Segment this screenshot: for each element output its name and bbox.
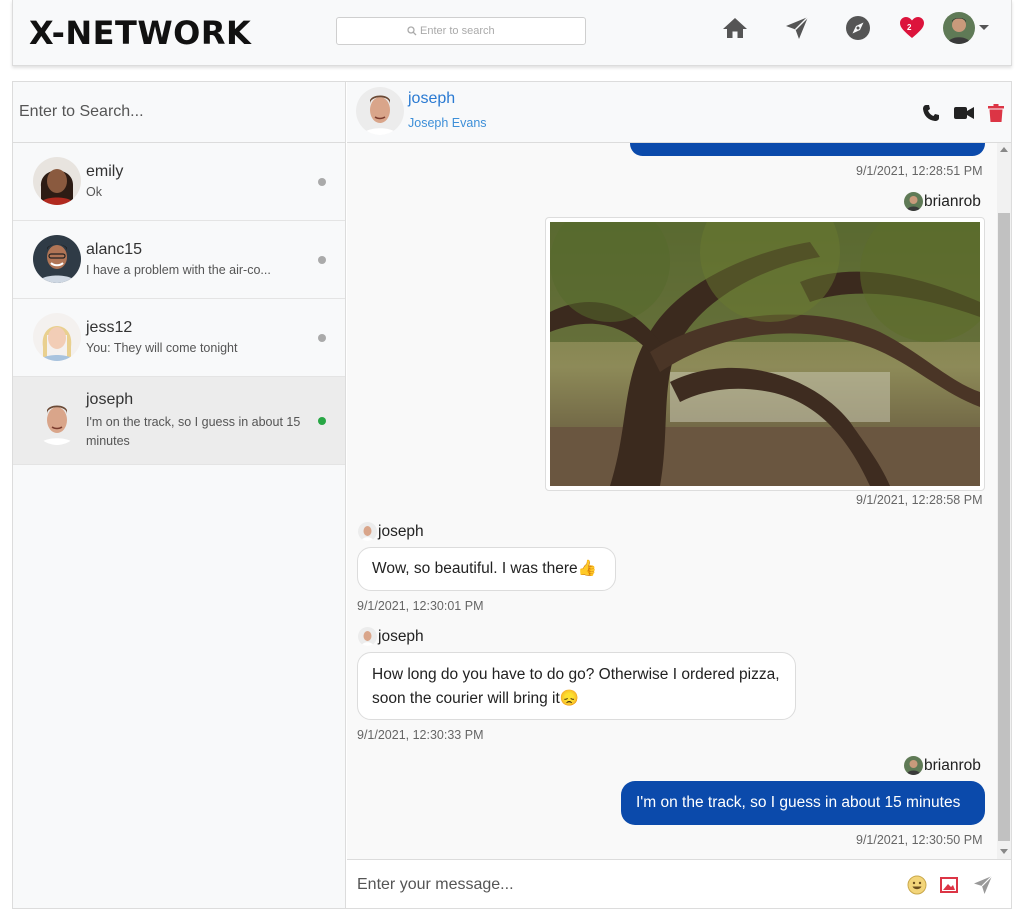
conversation-item[interactable]: emily Ok: [13, 143, 345, 221]
conversation-last-message: Ok: [86, 185, 102, 199]
message-sender: brianrob: [904, 756, 981, 775]
message-sender: joseph: [358, 627, 424, 646]
message-text: How long do you have to do go? Otherwise…: [372, 666, 780, 707]
message-bubble-in: How long do you have to do go? Otherwise…: [357, 652, 796, 720]
message-bubble-out: I'm on the track, so I guess in about 15…: [621, 781, 985, 825]
trash-icon[interactable]: [986, 103, 1006, 123]
brand-logo[interactable]: X-NETWORK: [29, 14, 251, 52]
scrollbar-thumb[interactable]: [998, 213, 1010, 841]
message-timestamp: 9/1/2021, 12:30:01 PM: [357, 599, 484, 613]
status-dot: [318, 178, 326, 186]
avatar: [904, 192, 923, 211]
chat-username[interactable]: joseph: [408, 90, 455, 108]
message-text: I'm on the track, so I guess in about 15…: [636, 794, 961, 811]
avatar: [33, 235, 81, 283]
message-timestamp: 9/1/2021, 12:28:58 PM: [856, 493, 983, 507]
avatar[interactable]: [356, 87, 404, 135]
heart-icon[interactable]: 2: [898, 14, 926, 42]
notification-count: 2: [907, 23, 912, 32]
message-timestamp: 9/1/2021, 12:30:50 PM: [856, 833, 983, 847]
chat-header: joseph Joseph Evans: [347, 82, 1011, 143]
sender-name: joseph: [378, 522, 424, 540]
conversation-last-message: I have a problem with the air-co...: [86, 263, 271, 277]
image-upload-icon[interactable]: [937, 873, 961, 897]
conversation-search-input[interactable]: [19, 103, 319, 121]
conversation-item-active[interactable]: joseph I'm on the track, so I guess in a…: [13, 377, 345, 465]
message-image[interactable]: [545, 182, 997, 491]
conversation-name: jess12: [86, 319, 133, 336]
avatar: [33, 397, 81, 445]
status-dot-online: [318, 417, 326, 425]
conversation-name: emily: [86, 163, 124, 180]
avatar: [33, 313, 81, 361]
emoji-icon[interactable]: [905, 873, 929, 897]
avatar: [358, 522, 377, 541]
message-list[interactable]: 9/1/2021, 12:28:51 PM brianrob 9/1/2021,…: [347, 143, 997, 859]
message-timestamp: 9/1/2021, 12:30:33 PM: [357, 728, 484, 742]
chevron-down-icon[interactable]: [979, 25, 989, 30]
conversation-last-message: You: They will come tonight: [86, 341, 238, 355]
sender-name: brianrob: [924, 192, 981, 210]
message-sender: joseph: [358, 522, 424, 541]
message-sender: brianrob: [904, 192, 981, 211]
scroll-up-arrow[interactable]: [1000, 147, 1008, 152]
send-message-icon[interactable]: [971, 873, 995, 897]
status-dot: [318, 334, 326, 342]
avatar[interactable]: [943, 12, 975, 44]
message-scrollbar[interactable]: [997, 143, 1011, 859]
send-icon[interactable]: [783, 14, 811, 42]
conversation-last-message: I'm on the track, so I guess in about 15…: [86, 415, 301, 448]
message-bubble-in: Wow, so beautiful. I was there👍: [357, 547, 616, 591]
sender-name: brianrob: [924, 756, 981, 774]
conversation-name: joseph: [86, 391, 134, 408]
conversation-item[interactable]: alanc15 I have a problem with the air-co…: [13, 221, 345, 299]
video-camera-icon[interactable]: [954, 103, 974, 123]
message-bubble-out: [630, 143, 985, 156]
avatar: [904, 756, 923, 775]
conversation-search: [13, 82, 345, 143]
top-navbar: X-NETWORK 2: [12, 0, 1012, 66]
message-text: Wow, so beautiful. I was there👍: [372, 560, 597, 577]
message-composer: [347, 859, 1011, 908]
phone-icon[interactable]: [921, 103, 941, 123]
conversation-name: alanc15: [86, 241, 143, 258]
message-input[interactable]: [357, 872, 877, 898]
chat-fullname: Joseph Evans: [408, 116, 487, 130]
compass-icon[interactable]: [844, 14, 872, 42]
conversation-sidebar: emily Ok alanc15 I have a problem with t…: [13, 82, 346, 908]
top-search-box[interactable]: [336, 17, 586, 45]
avatar: [33, 157, 81, 205]
messenger-container: emily Ok alanc15 I have a problem with t…: [12, 81, 1012, 909]
sender-name: joseph: [378, 627, 424, 645]
avatar: [358, 627, 377, 646]
chat-panel: joseph Joseph Evans 9/1/2021, 12:28:51 P…: [347, 82, 1011, 908]
conversation-item[interactable]: jess12 You: They will come tonight: [13, 299, 345, 377]
top-search-input[interactable]: [420, 25, 515, 37]
status-dot: [318, 256, 326, 264]
home-icon[interactable]: [721, 14, 749, 42]
message-timestamp: 9/1/2021, 12:28:51 PM: [856, 164, 983, 178]
scroll-down-arrow[interactable]: [1000, 849, 1008, 854]
search-icon: [407, 26, 417, 36]
